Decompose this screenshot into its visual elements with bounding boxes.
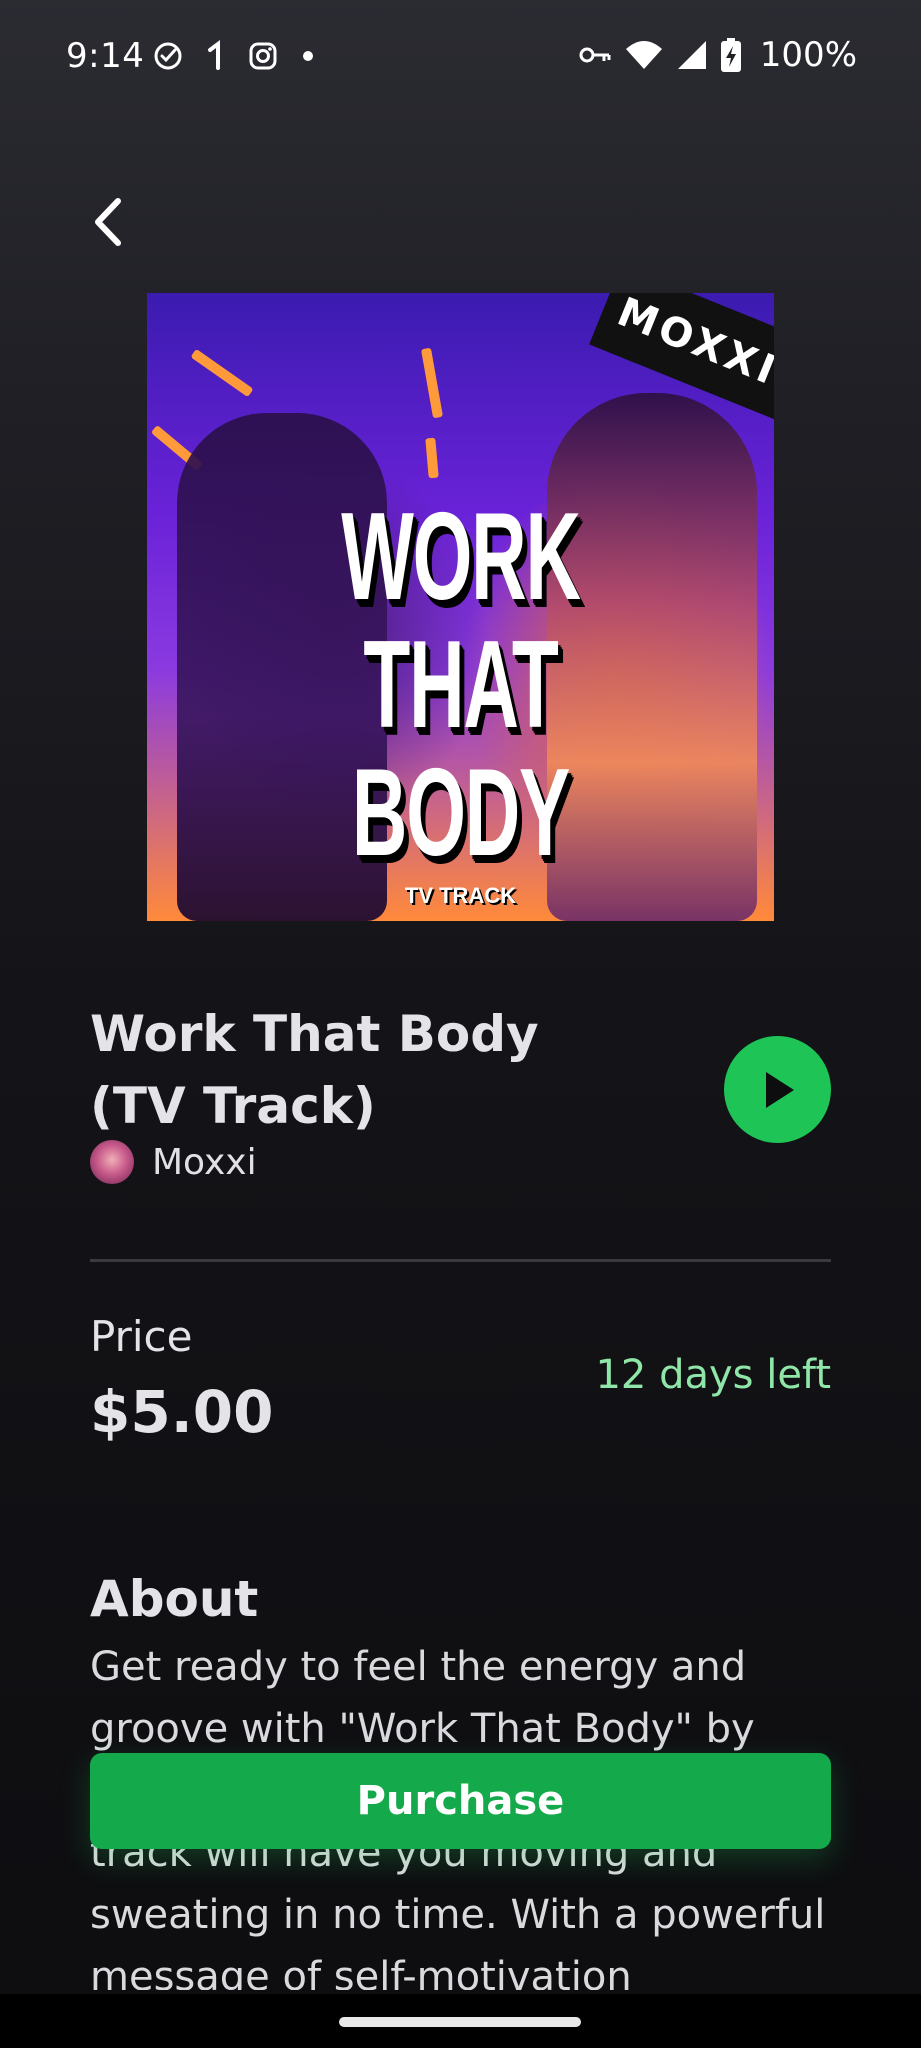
about-section: About Get ready to feel the energy and g… [0,0,921,1990]
about-heading: About [90,1570,259,1628]
purchase-label: Purchase [356,1778,565,1824]
purchase-button[interactable]: Purchase [90,1753,831,1849]
home-gesture-handle[interactable] [339,2017,581,2027]
